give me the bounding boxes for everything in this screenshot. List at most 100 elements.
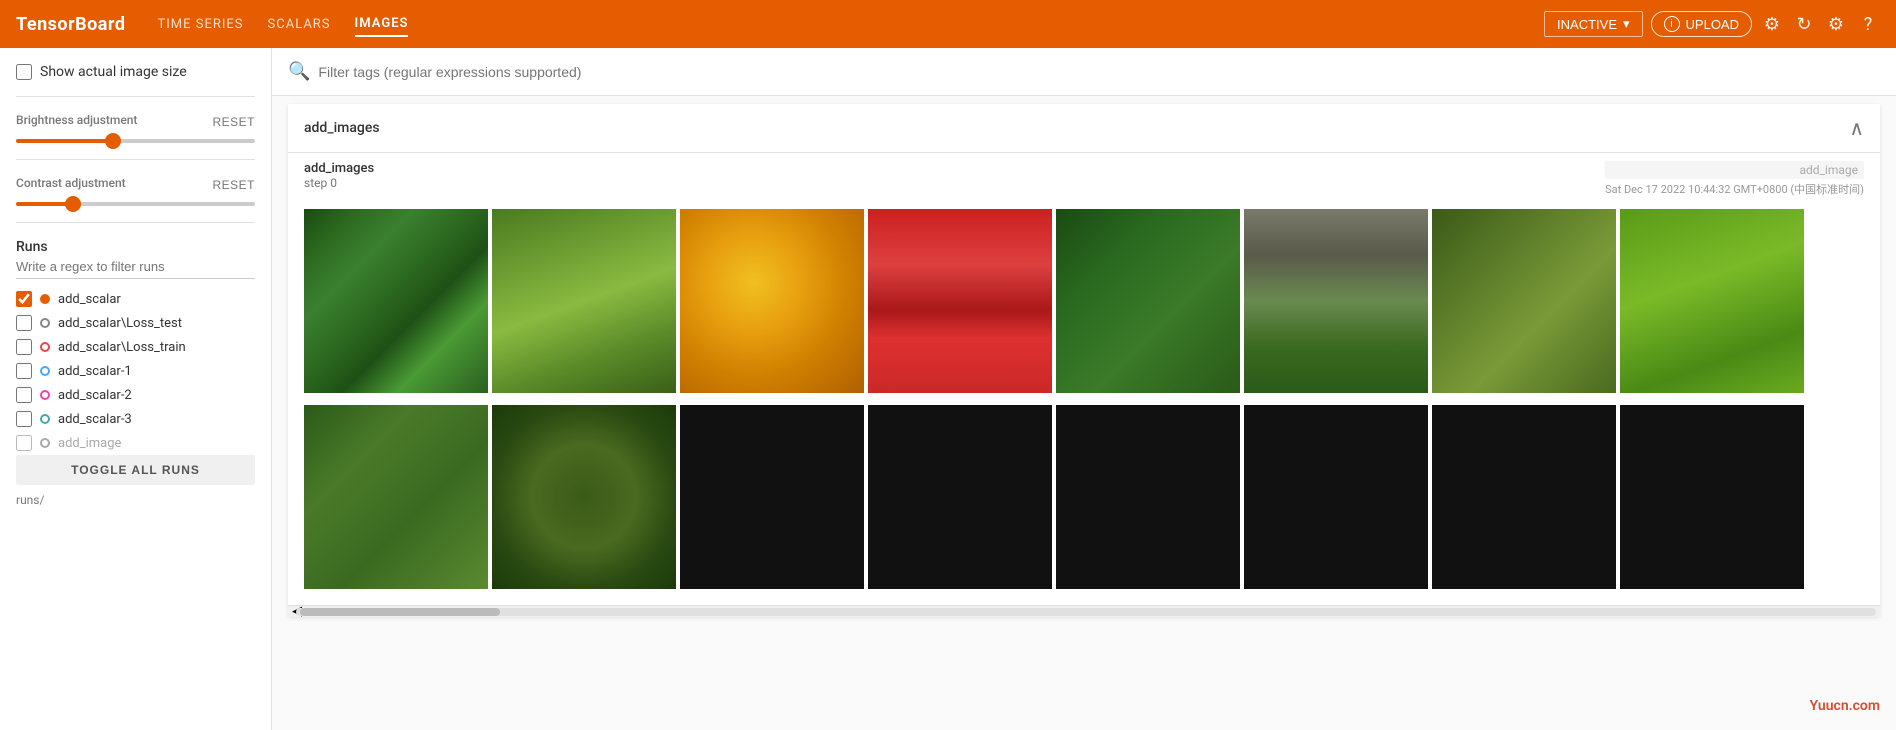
image-tile-11-empty [680,405,864,589]
inactive-label: INACTIVE [1557,17,1617,32]
run-color-add-image [40,438,50,448]
nav-images[interactable]: IMAGES [355,12,409,37]
topnav-right-area: INACTIVE ▾ i UPLOAD ⚙ ↻ ⚙ ? [1544,11,1880,37]
image-tile-3[interactable] [680,209,864,393]
contrast-label: Contrast adjustment [16,176,126,190]
run-label-scalar-3: add_scalar-3 [58,412,132,427]
run-item-scalar-3[interactable]: add_scalar-3 [16,407,255,431]
scroll-thumb[interactable] [300,608,500,616]
scroll-track[interactable] [296,608,1876,616]
image-tile-14-empty [1244,405,1428,589]
run-color-scalar-1 [40,366,50,376]
image-grid-row1 [288,201,1880,409]
run-item-loss-test[interactable]: add_scalar\Loss_test [16,311,255,335]
run-checkbox-loss-train[interactable] [16,339,32,355]
image-set-info: add_images step 0 [304,161,374,197]
upload-button[interactable]: i UPLOAD [1651,11,1752,37]
step-label: step [304,176,327,190]
brightness-slider-row [16,139,255,143]
runs-path: runs/ [16,493,255,507]
divider-2 [16,159,255,160]
filter-tags-input[interactable] [318,64,1880,80]
image-tile-8[interactable] [1620,209,1804,393]
image-tile-2[interactable] [492,209,676,393]
run-item-add-image[interactable]: add_image [16,431,255,455]
inactive-dropdown[interactable]: INACTIVE ▾ [1544,11,1643,37]
show-actual-size-checkbox[interactable] [16,64,32,80]
settings-icon[interactable]: ⚙ [1760,12,1784,36]
runs-list: add_scalar add_scalar\Loss_test add_scal… [16,287,255,455]
sidebar: Show actual image size Brightness adjust… [0,48,272,730]
main-content: 🔍 add_images ∧ add_images step 0 [272,48,1896,730]
search-icon: 🔍 [288,61,310,82]
nav-scalars[interactable]: SCALARS [268,13,331,36]
run-checkbox-scalar-2[interactable] [16,387,32,403]
show-actual-size-label: Show actual image size [40,64,187,80]
run-checkbox-scalar-3[interactable] [16,411,32,427]
step-value: 0 [330,176,337,190]
run-item-scalar-2[interactable]: add_scalar-2 [16,383,255,407]
filter-runs-input[interactable] [16,255,255,279]
upload-info-icon: i [1664,16,1680,32]
tag-group-add-images: add_images ∧ add_images step 0 add_image [288,104,1880,617]
image-tile-10[interactable] [492,405,676,589]
image-tile-7[interactable] [1432,209,1616,393]
run-item-add-scalar[interactable]: add_scalar [16,287,255,311]
contrast-section: Contrast adjustment RESET [16,176,255,206]
contrast-slider[interactable] [16,202,255,206]
filter-bar: 🔍 [272,48,1896,96]
run-item-scalar-1[interactable]: add_scalar-1 [16,359,255,383]
upload-label: UPLOAD [1686,17,1739,32]
run-checkbox-add-image[interactable] [16,435,32,451]
contrast-reset-button[interactable]: RESET [212,178,255,192]
run-color-loss-train [40,342,50,352]
refresh-icon[interactable]: ↻ [1792,12,1816,36]
gear-icon[interactable]: ⚙ [1824,12,1848,36]
image-tile-9[interactable] [304,405,488,589]
image-set-step: step 0 [304,176,374,190]
brightness-reset-button[interactable]: RESET [212,115,255,129]
run-label-add-scalar: add_scalar [58,292,121,307]
runs-title: Runs [16,239,255,255]
run-color-scalar-3 [40,414,50,424]
image-set-header: add_images step 0 add_image Sat Dec 17 2… [288,153,1880,201]
run-checkbox-add-scalar[interactable] [16,291,32,307]
help-icon[interactable]: ? [1856,12,1880,36]
brightness-label: Brightness adjustment [16,113,137,127]
horizontal-scrollbar[interactable]: ◀ [288,605,1880,617]
run-color-loss-test [40,318,50,328]
divider-3 [16,222,255,223]
image-set-title: add_images [304,161,374,176]
image-tile-5[interactable] [1056,209,1240,393]
run-checkbox-scalar-1[interactable] [16,363,32,379]
image-tile-12-empty [868,405,1052,589]
divider-1 [16,96,255,97]
image-tile-1[interactable] [304,209,488,393]
images-area[interactable]: add_images ∧ add_images step 0 add_image [272,96,1896,730]
toggle-all-runs-button[interactable]: TOGGLE ALL RUNS [16,455,255,485]
image-tile-16-empty [1620,405,1804,589]
run-checkbox-loss-test[interactable] [16,315,32,331]
image-tile-6[interactable] [1244,209,1428,393]
image-set-meta: add_image Sat Dec 17 2022 10:44:32 GMT+0… [1605,161,1864,197]
dropdown-arrow-icon: ▾ [1623,16,1630,32]
chevron-up-icon: ∧ [1849,116,1864,140]
app-logo: TensorBoard [16,14,126,35]
nav-time-series[interactable]: TIME SERIES [158,13,244,36]
contrast-slider-row [16,202,255,206]
image-tag-badge: add_image [1605,161,1864,179]
show-actual-size-row[interactable]: Show actual image size [16,64,255,80]
main-layout: Show actual image size Brightness adjust… [0,48,1896,730]
run-color-add-scalar [40,294,50,304]
run-item-loss-train[interactable]: add_scalar\Loss_train [16,335,255,359]
brightness-slider[interactable] [16,139,255,143]
watermark: Yuucn.com [1810,698,1880,714]
image-timestamp: Sat Dec 17 2022 10:44:32 GMT+0800 (中国标准时… [1605,181,1864,197]
tag-group-header[interactable]: add_images ∧ [288,104,1880,153]
run-label-add-image: add_image [58,436,121,451]
run-color-scalar-2 [40,390,50,400]
run-label-loss-test: add_scalar\Loss_test [58,316,182,331]
image-tile-4[interactable] [868,209,1052,393]
tag-group-title: add_images [304,120,380,136]
runs-section: Runs add_scalar add_scalar\Loss_test [16,239,255,507]
